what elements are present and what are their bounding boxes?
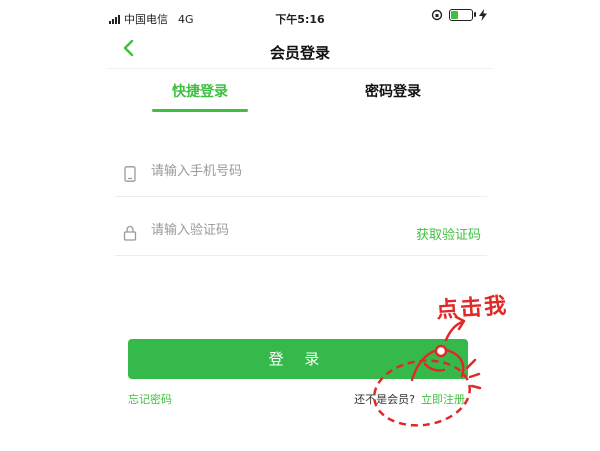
forgot-password-link[interactable]: 忘记密码 <box>128 391 172 407</box>
charging-icon <box>479 9 487 21</box>
status-right <box>431 9 487 21</box>
phone-field <box>115 152 487 197</box>
lock-icon <box>123 225 137 241</box>
click-me-annotation-text: 点击我 <box>435 292 509 324</box>
get-code-button[interactable]: 获取验证码 <box>416 224 481 243</box>
rotation-lock-icon <box>431 9 443 21</box>
login-tabs: 快捷登录 密码登录 <box>107 68 493 113</box>
tab-password-login[interactable]: 密码登录 <box>333 81 453 101</box>
status-bar: 中国电信 4G 下午5:16 <box>107 0 493 34</box>
active-tab-indicator <box>152 109 248 112</box>
code-field: 获取验证码 <box>115 211 487 256</box>
phone-icon <box>124 166 136 182</box>
battery-icon <box>449 9 476 21</box>
phone-input[interactable] <box>149 163 403 180</box>
page-title: 会员登录 <box>269 44 330 62</box>
register-link[interactable]: 立即注册 <box>421 393 465 406</box>
login-button[interactable]: 登 录 <box>128 339 468 379</box>
nav-header: 会员登录 <box>107 34 493 68</box>
code-input[interactable] <box>149 222 403 239</box>
login-screen: 中国电信 4G 下午5:16 会员登录 快捷登录 密码登录 获取验证码 登 录 … <box>107 0 493 451</box>
tab-quick-login[interactable]: 快捷登录 <box>140 81 260 101</box>
register-question: 还不是会员? <box>354 393 415 406</box>
register-row: 还不是会员? 立即注册 <box>354 391 465 407</box>
